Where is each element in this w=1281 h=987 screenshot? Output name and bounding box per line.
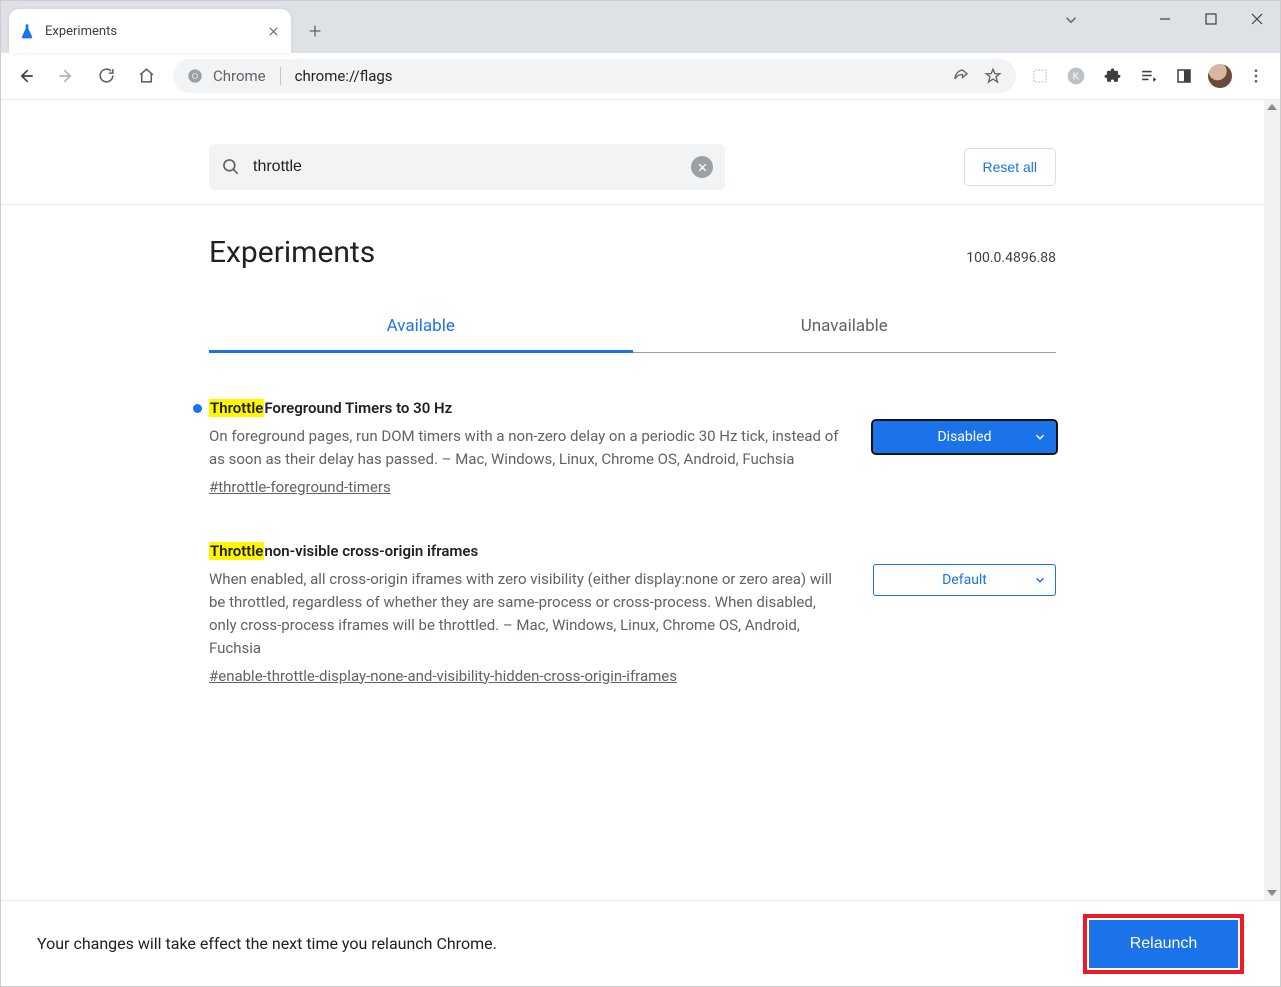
relaunch-highlight: Relaunch	[1083, 914, 1244, 974]
chrome-icon	[187, 68, 203, 84]
flag-select-value: Disabled	[937, 429, 991, 445]
flag-description: When enabled, all cross-origin iframes w…	[209, 568, 847, 661]
omnibox-url: chrome://flags	[295, 67, 942, 85]
maximize-button[interactable]	[1188, 1, 1234, 37]
page-title: Experiments	[209, 235, 375, 270]
flag-select-value: Default	[942, 572, 987, 588]
window-titlebar: Experiments	[1, 1, 1280, 53]
browser-toolbar: Chrome chrome://flags K	[1, 53, 1280, 99]
flag-row: Throttle Foreground Timers to 30 Hz On f…	[209, 399, 1056, 496]
extension-icons: K	[1028, 64, 1272, 88]
omnibox-chip: Chrome	[213, 67, 266, 85]
minimize-button[interactable]	[1142, 1, 1188, 37]
media-icon[interactable]	[1136, 64, 1160, 88]
reload-button[interactable]	[89, 59, 123, 93]
flag-select[interactable]: Disabled	[873, 421, 1056, 453]
page-content: Reset all Experiments 100.0.4896.88 Avai…	[1, 99, 1280, 900]
extensions-puzzle-icon[interactable]	[1100, 64, 1124, 88]
browser-tab[interactable]: Experiments	[9, 9, 291, 53]
relaunch-footer: Your changes will take effect the next t…	[1, 900, 1280, 986]
highlighted-match: Throttle	[209, 542, 264, 560]
omnibox-separator	[280, 67, 281, 85]
flag-description: On foreground pages, run DOM timers with…	[209, 425, 847, 472]
flag-row: Throttle non-visible cross-origin iframe…	[209, 542, 1056, 685]
flag-title: Throttle non-visible cross-origin iframe…	[209, 542, 847, 560]
profile-avatar[interactable]	[1208, 64, 1232, 88]
search-icon	[221, 157, 241, 177]
chrome-version: 100.0.4896.88	[966, 250, 1056, 266]
svg-text:K: K	[1073, 71, 1080, 82]
flag-select[interactable]: Default	[873, 564, 1056, 596]
bookmark-icon[interactable]	[984, 67, 1002, 85]
tab-search-icon[interactable]	[1062, 11, 1080, 29]
flask-icon	[19, 23, 35, 39]
close-tab-icon[interactable]	[265, 23, 281, 39]
window-controls	[1142, 1, 1280, 37]
flag-title: Throttle Foreground Timers to 30 Hz	[209, 399, 847, 417]
tab-available[interactable]: Available	[209, 304, 633, 353]
reset-all-button[interactable]: Reset all	[964, 148, 1056, 186]
clear-search-icon[interactable]	[691, 156, 713, 178]
footer-message: Your changes will take effect the next t…	[37, 934, 497, 953]
tab-unavailable[interactable]: Unavailable	[633, 304, 1057, 353]
highlighted-match: Throttle	[209, 399, 264, 417]
chrome-menu-icon[interactable]	[1244, 64, 1268, 88]
omnibox[interactable]: Chrome chrome://flags	[173, 59, 1016, 93]
close-window-button[interactable]	[1234, 1, 1280, 37]
back-button[interactable]	[9, 59, 43, 93]
pocket-icon[interactable]	[1028, 64, 1052, 88]
flag-anchor-link[interactable]: #throttle-foreground-timers	[209, 478, 391, 496]
extension-k-icon[interactable]: K	[1064, 64, 1088, 88]
new-tab-button[interactable]	[301, 17, 329, 45]
flags-tabs: Available Unavailable	[209, 304, 1056, 353]
home-button[interactable]	[129, 59, 163, 93]
relaunch-button[interactable]: Relaunch	[1089, 920, 1238, 968]
tab-title: Experiments	[45, 24, 265, 39]
reader-icon[interactable]	[1172, 64, 1196, 88]
vertical-scrollbar[interactable]	[1264, 100, 1280, 900]
chevron-down-icon	[1033, 430, 1047, 444]
search-input[interactable]	[253, 158, 679, 176]
changed-indicator-icon	[193, 404, 202, 413]
share-icon[interactable]	[952, 67, 970, 85]
flag-anchor-link[interactable]: #enable-throttle-display-none-and-visibi…	[209, 667, 677, 685]
forward-button	[49, 59, 83, 93]
chevron-down-icon	[1033, 573, 1047, 587]
search-flags-box[interactable]	[209, 144, 725, 190]
